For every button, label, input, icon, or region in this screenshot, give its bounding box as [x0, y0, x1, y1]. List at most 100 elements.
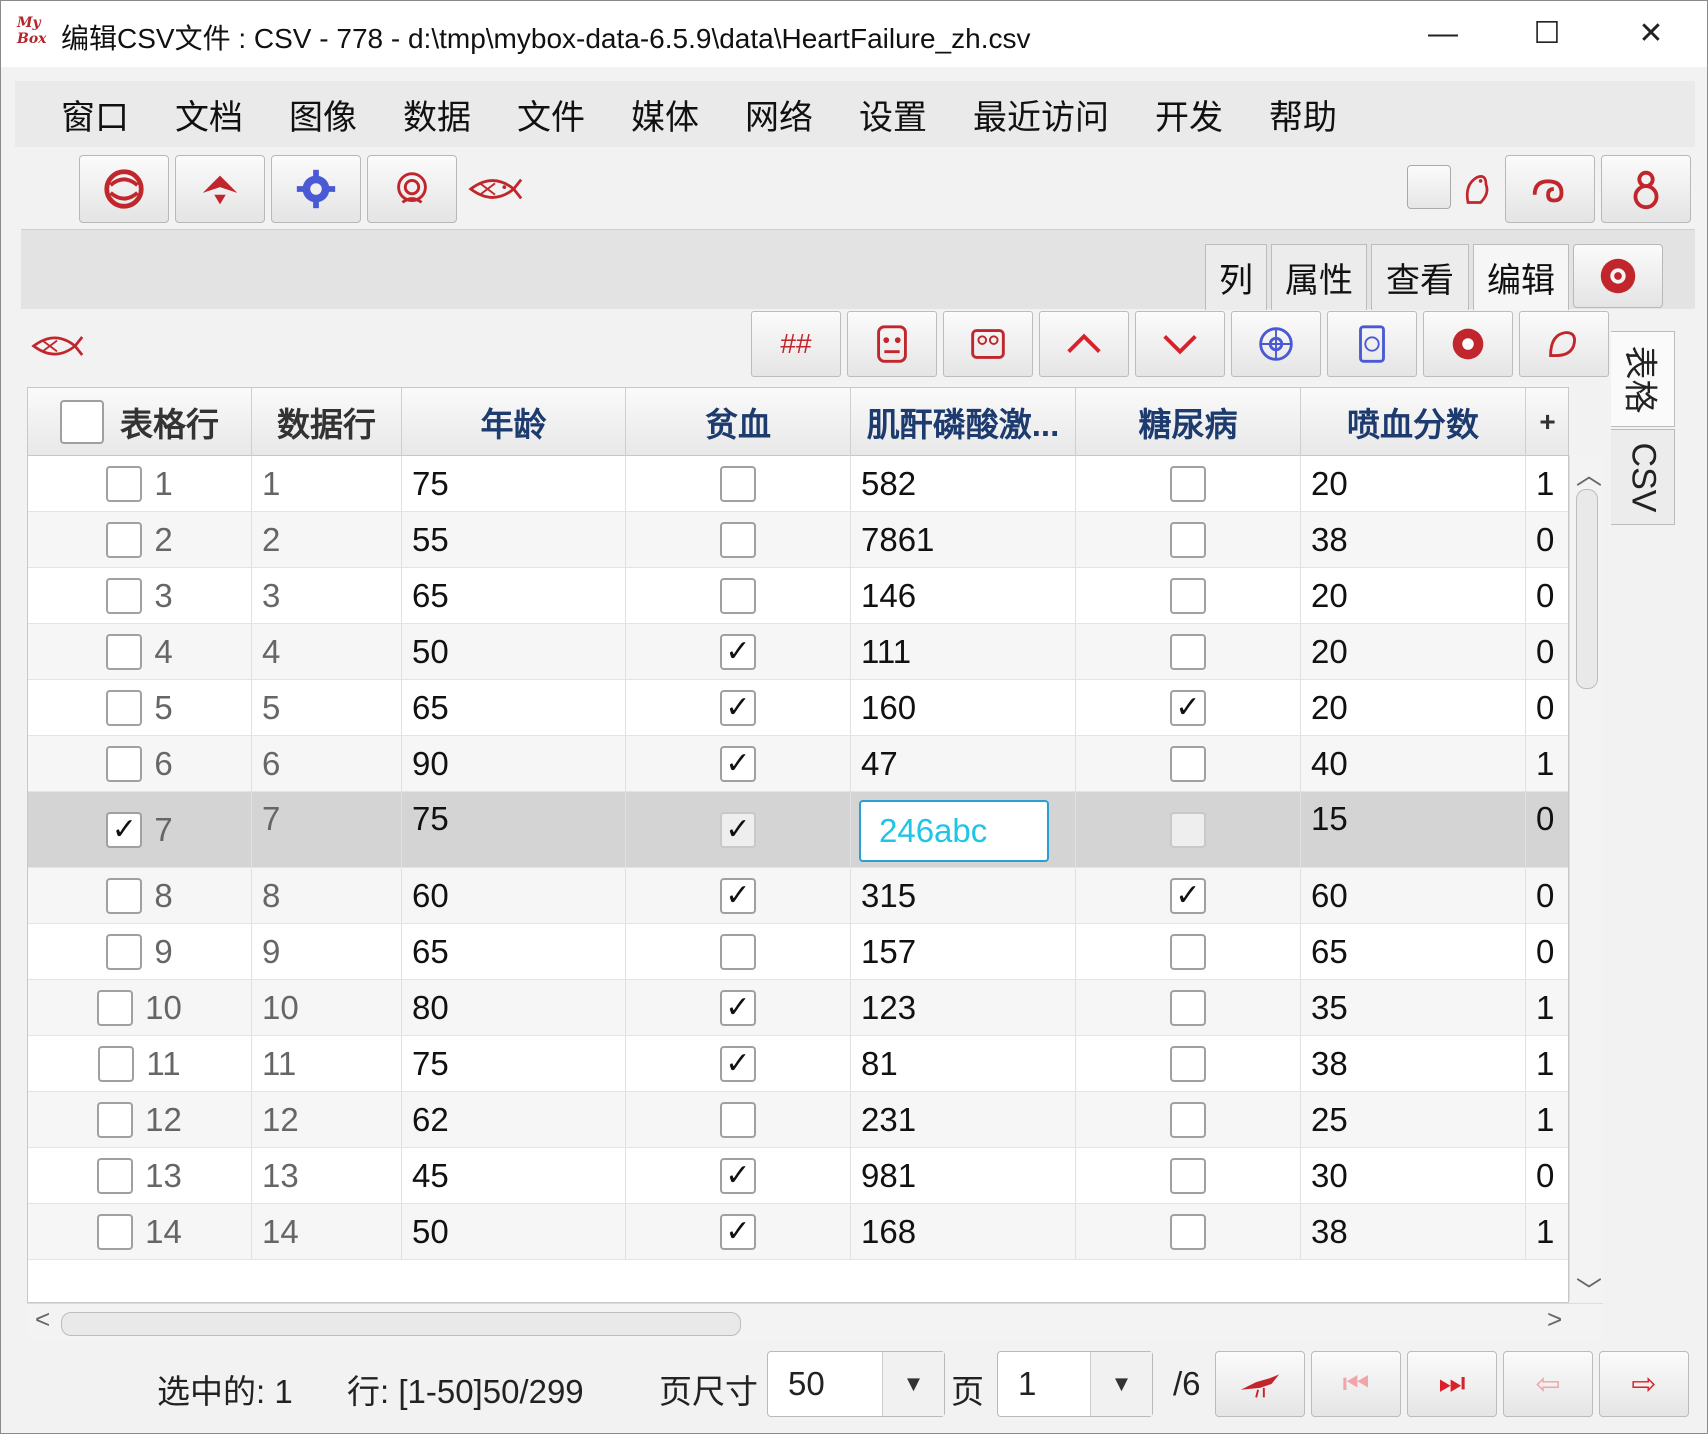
toolbar-toggle-checkbox[interactable]	[1407, 165, 1451, 209]
table-row[interactable]: 6 6 90 ✓ 47 40 1	[28, 736, 1568, 792]
table-row[interactable]: 8 8 60 ✓ 315 ✓ 60 0	[28, 868, 1568, 924]
diabetes-checkbox[interactable]	[1170, 1045, 1206, 1082]
row-select-checkbox[interactable]	[106, 465, 143, 502]
cell-diabetes[interactable]	[1076, 512, 1301, 567]
cell-age[interactable]: 65	[402, 680, 626, 735]
header-ejection-fraction[interactable]: 喷血分数	[1301, 388, 1526, 456]
row-select-checkbox[interactable]	[98, 1045, 135, 1082]
cell-age[interactable]: 75	[402, 456, 626, 511]
menu-recent[interactable]: 最近访问	[973, 90, 1109, 139]
menu-image[interactable]: 图像	[289, 90, 357, 139]
cell-extra[interactable]: 0	[1526, 1148, 1568, 1203]
cell-diabetes[interactable]	[1076, 924, 1301, 979]
blue-tile-button[interactable]	[1327, 311, 1417, 377]
cell-data[interactable]: 2	[252, 512, 402, 567]
diabetes-checkbox[interactable]: ✓	[1170, 877, 1206, 914]
cell-table-row[interactable]: 14	[28, 1204, 252, 1259]
flower-tool-button[interactable]	[367, 155, 457, 223]
red-flower-button[interactable]	[1423, 311, 1513, 377]
cell-diabetes[interactable]	[1076, 456, 1301, 511]
cell-cpk[interactable]: 81	[851, 1036, 1076, 1091]
cell-anemia[interactable]: ✓	[626, 980, 851, 1035]
next-page-button[interactable]: ⇨	[1599, 1351, 1689, 1417]
cloud-tool-button[interactable]	[1505, 155, 1595, 223]
vertical-scrollbar[interactable]: ︿ ﹀	[1569, 455, 1603, 1306]
cell-diabetes[interactable]	[1076, 980, 1301, 1035]
cell-anemia[interactable]: ✓	[626, 792, 851, 867]
cell-data[interactable]: 9	[252, 924, 402, 979]
diabetes-checkbox[interactable]	[1170, 811, 1206, 848]
header-age[interactable]: 年龄	[402, 388, 626, 456]
cell-data[interactable]: 12	[252, 1092, 402, 1147]
scroll-left-arrow[interactable]: <	[35, 1304, 50, 1335]
anemia-checkbox[interactable]	[720, 1101, 756, 1138]
first-page-button[interactable]: ⏮	[1311, 1351, 1401, 1417]
table-row[interactable]: 12 12 62 231 25 1	[28, 1092, 1568, 1148]
cell-age[interactable]: 80	[402, 980, 626, 1035]
cell-table-row[interactable]: 5	[28, 680, 252, 735]
table-row[interactable]: 1 1 75 582 20 1	[28, 456, 1568, 512]
cell-diabetes[interactable]	[1076, 1092, 1301, 1147]
row-select-checkbox[interactable]	[97, 1157, 134, 1194]
cell-table-row[interactable]: 6	[28, 736, 252, 791]
cell-ef[interactable]: 15	[1301, 792, 1526, 867]
settings-tool-button[interactable]	[271, 155, 361, 223]
cell-age[interactable]: 60	[402, 868, 626, 923]
cell-anemia[interactable]: ✓	[626, 868, 851, 923]
fish-icon[interactable]	[465, 159, 525, 219]
cell-extra[interactable]: 0	[1526, 512, 1568, 567]
anemia-checkbox[interactable]: ✓	[720, 1157, 756, 1194]
cell-cpk[interactable]: 582	[851, 456, 1076, 511]
cell-data[interactable]: 13	[252, 1148, 402, 1203]
cell-anemia[interactable]: ✓	[626, 624, 851, 679]
cell-anemia[interactable]: ✓	[626, 1036, 851, 1091]
anemia-checkbox[interactable]: ✓	[720, 1045, 756, 1082]
table-row[interactable]: 10 10 80 ✓ 123 35 1	[28, 980, 1568, 1036]
cell-table-row[interactable]: 13	[28, 1148, 252, 1203]
cell-cpk[interactable]: 160	[851, 680, 1076, 735]
anemia-checkbox[interactable]: ✓	[720, 689, 756, 726]
cell-anemia[interactable]: ✓	[626, 1204, 851, 1259]
cell-extra[interactable]: 1	[1526, 456, 1568, 511]
cell-anemia[interactable]	[626, 512, 851, 567]
side-tab-csv[interactable]: CSV	[1611, 429, 1675, 525]
cell-ef[interactable]: 20	[1301, 680, 1526, 735]
crane-button[interactable]	[1519, 311, 1609, 377]
cell-diabetes[interactable]	[1076, 792, 1301, 867]
cell-anemia[interactable]	[626, 924, 851, 979]
scroll-up-arrow[interactable]: ︿	[1576, 455, 1602, 492]
cell-table-row[interactable]: 8	[28, 868, 252, 923]
previous-page-button[interactable]: ⇦	[1503, 1351, 1593, 1417]
blue-flower-button[interactable]	[1231, 311, 1321, 377]
cell-extra[interactable]: 0	[1526, 568, 1568, 623]
cell-diabetes[interactable]	[1076, 1036, 1301, 1091]
move-up-button[interactable]	[1039, 311, 1129, 377]
cell-table-row[interactable]: ✓ 7	[28, 792, 252, 867]
cell-ef[interactable]: 20	[1301, 568, 1526, 623]
diabetes-checkbox[interactable]	[1170, 1101, 1206, 1138]
cell-data[interactable]: 11	[252, 1036, 402, 1091]
cell-data[interactable]: 7	[252, 792, 402, 867]
table-row[interactable]: ✓ 7 7 75 ✓ 246abc 15 0	[28, 792, 1568, 868]
swirl-tool-button[interactable]	[79, 155, 169, 223]
cell-cpk[interactable]: 7861	[851, 512, 1076, 567]
cell-age[interactable]: 75	[402, 1036, 626, 1091]
diabetes-checkbox[interactable]	[1170, 933, 1206, 970]
diabetes-checkbox[interactable]	[1170, 1157, 1206, 1194]
cell-data[interactable]: 8	[252, 868, 402, 923]
page-select[interactable]: 1 ▼	[997, 1351, 1153, 1417]
cell-cpk[interactable]: 146	[851, 568, 1076, 623]
cell-anemia[interactable]: ✓	[626, 680, 851, 735]
cell-ef[interactable]: 60	[1301, 868, 1526, 923]
header-data-row[interactable]: 数据行	[252, 388, 402, 456]
cell-cpk[interactable]: 168	[851, 1204, 1076, 1259]
cell-anemia[interactable]	[626, 568, 851, 623]
cell-table-row[interactable]: 10	[28, 980, 252, 1035]
diabetes-checkbox[interactable]	[1170, 465, 1206, 502]
cell-cpk[interactable]: 157	[851, 924, 1076, 979]
select-all-checkbox[interactable]	[60, 400, 104, 444]
cell-anemia[interactable]	[626, 1092, 851, 1147]
row-select-checkbox[interactable]	[106, 689, 143, 726]
move-down-button[interactable]	[1135, 311, 1225, 377]
table-row[interactable]: 3 3 65 146 20 0	[28, 568, 1568, 624]
